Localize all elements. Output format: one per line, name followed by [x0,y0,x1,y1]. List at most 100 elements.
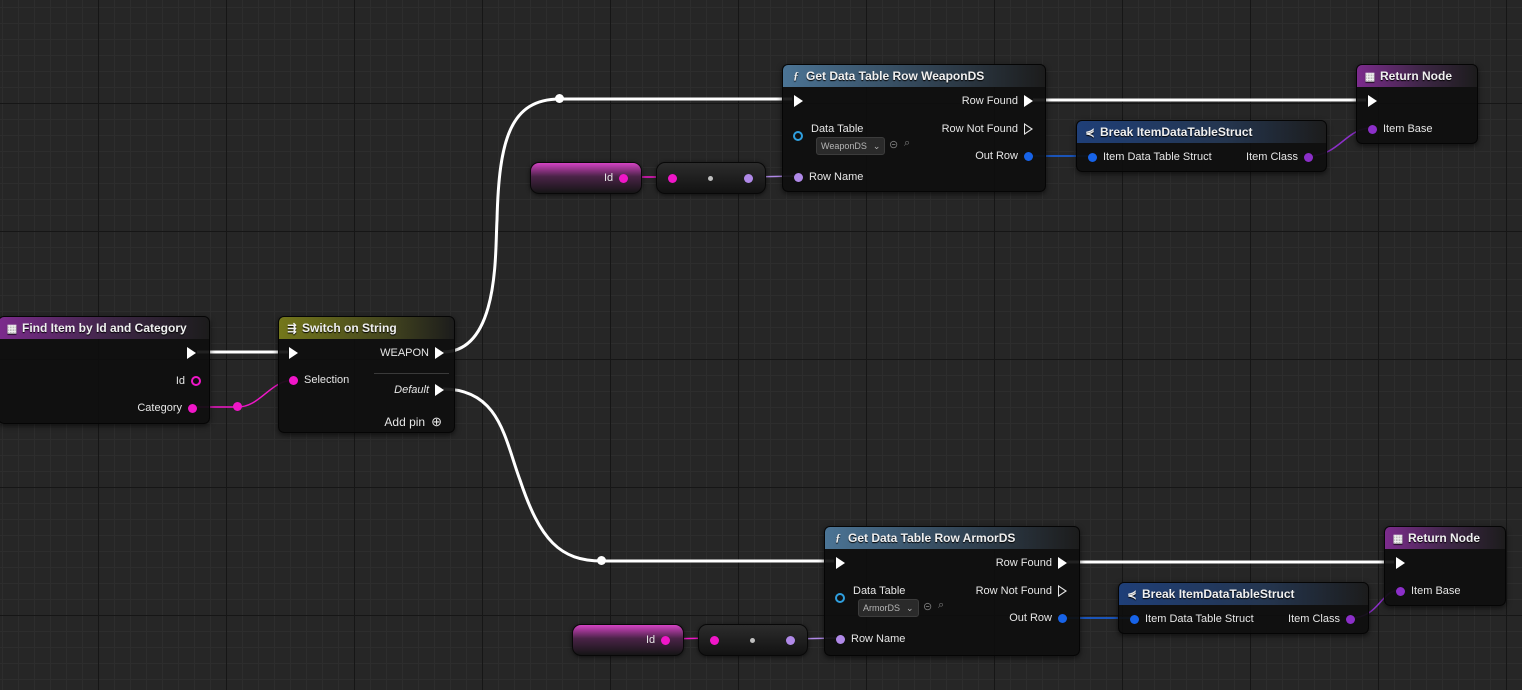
pin-item-class-bottom[interactable]: Item Class [1282,613,1355,625]
return-bottom-header[interactable]: ▦ Return Node [1385,527,1505,549]
break-top-header[interactable]: ⋞ Break ItemDataTableStruct [1077,121,1326,143]
exec-pin-icon [836,557,845,569]
return-top-title: Return Node [1380,69,1452,83]
pin-row-not-found-bottom[interactable]: Row Not Found [970,585,1067,597]
pin-label-row-not-found: Row Not Found [975,585,1052,597]
pin-id-out[interactable]: Id [170,375,201,387]
pin-label-data-table: Data Table [853,585,906,597]
data-table-value: ArmorDS [863,603,901,613]
string-pin-icon[interactable] [710,636,719,645]
browse-back-icon[interactable]: ⊝ [889,138,898,151]
return-exec-in-bottom[interactable] [1396,557,1405,569]
pin-struct-in-bottom[interactable]: Item Data Table Struct [1130,613,1260,625]
id-variable-node-bottom[interactable]: Id [572,624,684,656]
pin-row-not-found-top[interactable]: Row Not Found [936,123,1033,135]
return-node-icon: ▦ [1364,70,1376,83]
pin-category-out[interactable]: Category [131,402,197,414]
class-pin-icon [1396,586,1405,596]
break-struct-node-bottom[interactable]: ⋞ Break ItemDataTableStruct Item Data Ta… [1118,582,1369,634]
pin-label-row-name: Row Name [809,171,864,183]
pin-label-default: Default [394,384,429,396]
break-bottom-header[interactable]: ⋞ Break ItemDataTableStruct [1119,583,1368,605]
name-pin-icon [836,634,845,644]
get-armor-exec-in[interactable] [836,557,845,569]
get-data-table-row-armor-node[interactable]: ƒ Get Data Table Row ArmorDS Row Found R… [824,526,1080,656]
pin-selection-in[interactable]: Selection [289,374,355,386]
switch-header[interactable]: ⇶ Switch on String [279,317,454,339]
get-data-table-row-weapon-node[interactable]: ƒ Get Data Table Row WeaponDS Row Found … [782,64,1046,192]
pin-row-found-bottom[interactable]: Row Found [990,557,1067,569]
name-pin-icon[interactable] [786,636,795,645]
exec-pin-icon [435,384,444,396]
return-top-header[interactable]: ▦ Return Node [1357,65,1477,87]
break-struct-node-top[interactable]: ⋞ Break ItemDataTableStruct Item Data Ta… [1076,120,1327,172]
switch-exec-in[interactable] [289,347,298,359]
pin-label-struct: Item Data Table Struct [1103,151,1212,163]
pin-label-struct: Item Data Table Struct [1145,613,1254,625]
conversion-node-top[interactable] [656,162,766,194]
exec-pin-icon [435,347,444,359]
data-table-dropdown-top[interactable]: WeaponDS ⌄ [816,137,886,155]
break-bottom-title: Break ItemDataTableStruct [1142,587,1295,601]
pin-item-base-top[interactable]: Item Base [1368,123,1439,135]
pin-row-name-bottom[interactable]: Row Name [836,633,911,645]
chevron-down-icon: ⌄ [872,140,881,151]
object-pin-icon [793,131,803,141]
class-pin-icon [1304,152,1313,162]
string-pin-icon[interactable] [668,174,677,183]
exec-pin-icon [1396,557,1405,569]
pin-label-row-found: Row Found [995,557,1052,569]
pin-data-table-bottom[interactable] [835,593,845,603]
pin-label-item-class: Item Class [1288,613,1340,625]
string-pin-icon[interactable] [619,174,628,183]
pin-label-row-not-found: Row Not Found [941,123,1018,135]
reroute-knot-category[interactable] [233,402,242,411]
function-icon: ƒ [793,70,799,82]
pin-data-table-top[interactable] [793,131,803,141]
string-pin-icon [289,375,298,385]
search-icon[interactable]: ⌕ [938,599,944,612]
pin-label-out-row: Out Row [1009,612,1052,624]
pin-row-name-top[interactable]: Row Name [794,171,869,183]
browse-back-icon[interactable]: ⊝ [923,600,932,613]
pin-item-base-bottom[interactable]: Item Base [1396,585,1467,597]
conversion-icon [708,176,713,181]
switch-on-string-node[interactable]: ⇶ Switch on String Selection WEAPON Defa… [278,316,455,433]
pin-weapon-out[interactable]: WEAPON [374,347,444,359]
function-entry-header[interactable]: ▦ Find Item by Id and Category [0,317,209,339]
get-armor-header[interactable]: ƒ Get Data Table Row ArmorDS [825,527,1079,549]
return-node-bottom[interactable]: ▦ Return Node Item Base [1384,526,1506,606]
get-weapon-exec-in[interactable] [794,95,803,107]
struct-pin-icon [1088,152,1097,162]
pin-out-row-bottom[interactable]: Out Row [1003,612,1067,624]
get-weapon-header[interactable]: ƒ Get Data Table Row WeaponDS [783,65,1045,87]
pin-row-found-top[interactable]: Row Found [956,95,1033,107]
pin-label-weapon: WEAPON [380,347,429,359]
pin-label-id: Id [175,375,185,387]
search-icon[interactable]: ⌕ [904,137,910,150]
switch-separator [374,373,449,374]
entry-exec-out[interactable] [187,347,196,359]
reroute-knot-default[interactable] [597,556,606,565]
return-exec-in-top[interactable] [1368,95,1377,107]
exec-pin-hollow-icon [1024,123,1033,135]
pin-out-row-top[interactable]: Out Row [969,150,1033,162]
break-top-title: Break ItemDataTableStruct [1100,125,1253,139]
id-variable-node-top[interactable]: Id [530,162,642,194]
return-node-top[interactable]: ▦ Return Node Item Base [1356,64,1478,144]
add-pin-button[interactable]: Add pin ⊕ [378,414,442,430]
pin-struct-in-top[interactable]: Item Data Table Struct [1088,151,1218,163]
pin-label-item-base: Item Base [1383,123,1433,135]
reroute-knot-weapon[interactable] [555,94,564,103]
pin-default-out[interactable]: Default [388,384,444,396]
struct-pin-icon [1024,151,1033,161]
add-circle-icon: ⊕ [431,414,442,429]
string-pin-icon[interactable] [661,636,670,645]
data-table-dropdown-bottom[interactable]: ArmorDS ⌄ [858,599,919,617]
add-pin-label: Add pin [384,415,426,429]
function-entry-node[interactable]: ▦ Find Item by Id and Category Id Catego… [0,316,210,424]
class-pin-icon [1346,614,1355,624]
name-pin-icon[interactable] [744,174,753,183]
conversion-node-bottom[interactable] [698,624,808,656]
pin-item-class-top[interactable]: Item Class [1240,151,1313,163]
